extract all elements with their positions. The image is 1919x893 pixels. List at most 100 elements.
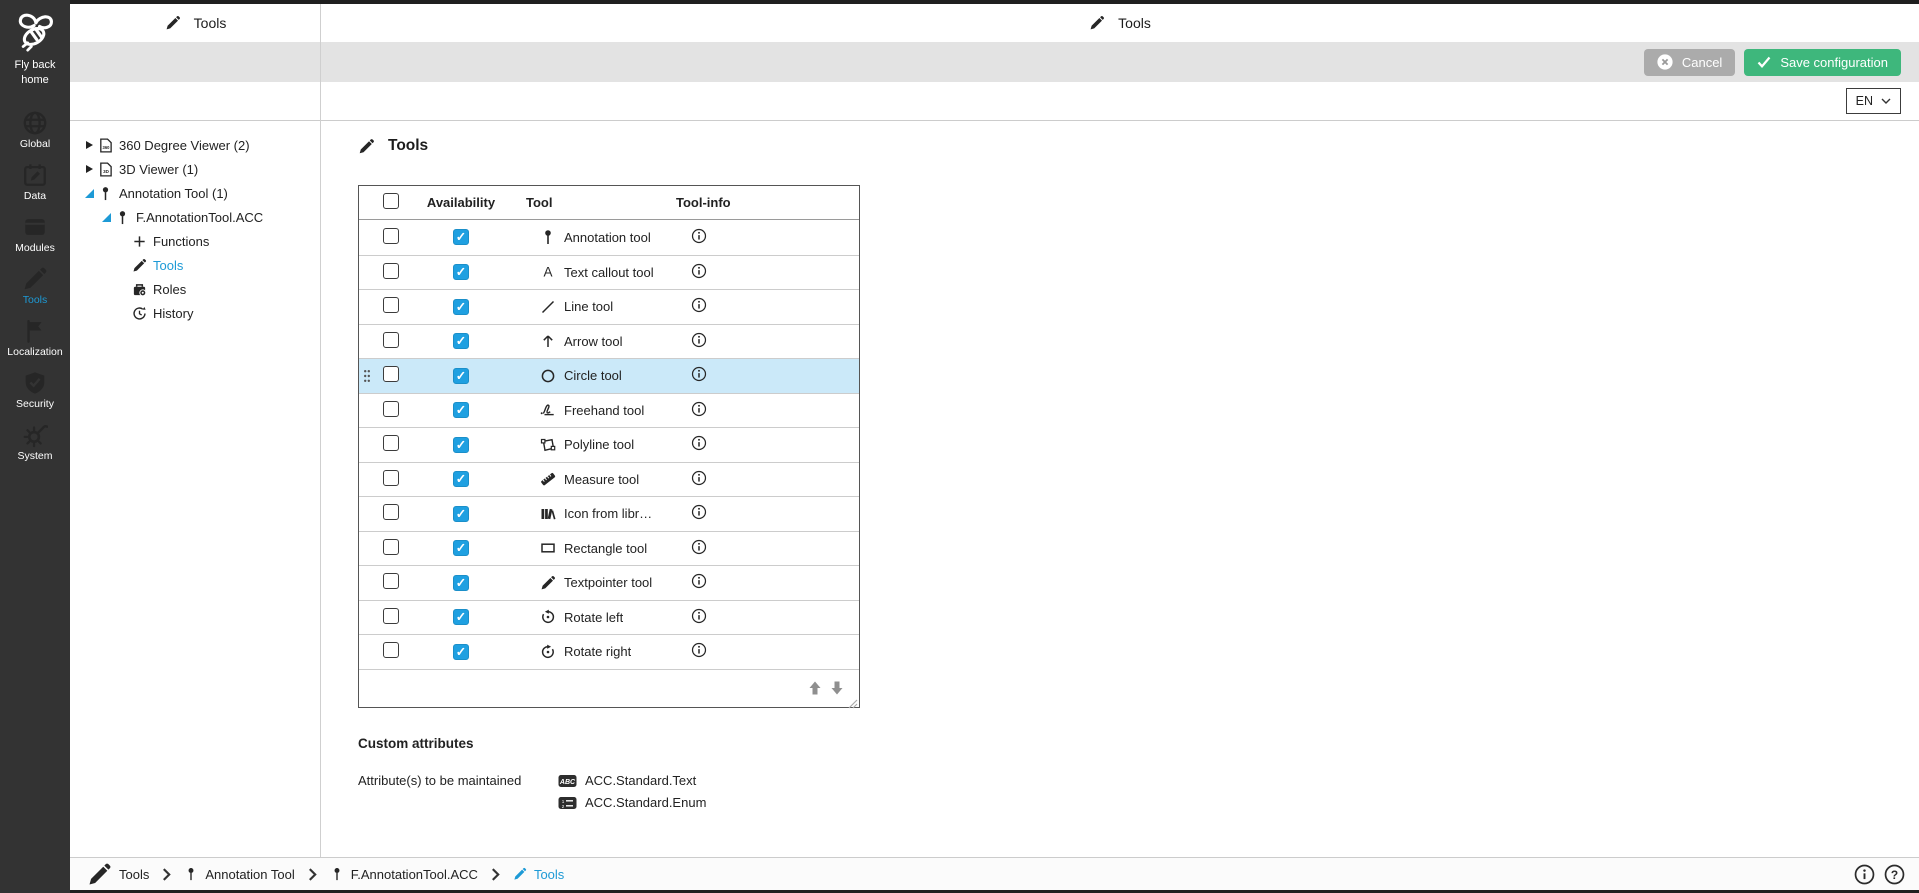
row-select-checkbox[interactable] — [383, 435, 399, 452]
table-row-rotate-left[interactable]: Rotate left — [359, 599, 859, 635]
info-icon[interactable] — [691, 608, 707, 624]
tree-item-label: 3D Viewer (1) — [119, 161, 199, 177]
info-icon[interactable] — [691, 504, 707, 520]
info-icon[interactable] — [691, 435, 707, 451]
row-select-checkbox[interactable] — [383, 504, 399, 521]
availability-checkbox[interactable] — [453, 436, 469, 453]
tool-name: Rotate right — [564, 644, 632, 660]
row-select-checkbox[interactable] — [383, 297, 399, 314]
table-row-textpointer-tool[interactable]: Textpointer tool — [359, 565, 859, 600]
row-select-checkbox[interactable] — [383, 607, 399, 624]
row-select-checkbox[interactable] — [383, 642, 399, 659]
sidebar-item-security[interactable]: Security — [0, 370, 70, 410]
breadcrumb-item-f-annotationtool-acc[interactable]: F.AnnotationTool.ACC — [330, 867, 478, 882]
collapse-icon[interactable] — [99, 210, 113, 224]
table-row-annotation-tool[interactable]: Annotation tool — [359, 220, 859, 255]
language-select[interactable]: EN — [1845, 88, 1901, 114]
availability-checkbox[interactable] — [453, 471, 469, 488]
tree-item-3d-viewer-1[interactable]: 3D 3D Viewer (1) — [70, 157, 320, 181]
chevron-down-icon — [1881, 98, 1891, 104]
row-select-checkbox[interactable] — [383, 400, 399, 417]
info-icon[interactable] — [691, 332, 707, 348]
table-row-rectangle-tool[interactable]: Rectangle tool — [359, 530, 859, 566]
cell-availability — [411, 436, 511, 453]
table-body: Annotation tool A Text callout tool Line to… — [359, 220, 859, 669]
row-select-checkbox[interactable] — [383, 538, 399, 555]
sidebar-item-global[interactable]: Global — [0, 110, 70, 150]
info-icon[interactable] — [691, 297, 707, 313]
sidebar-item-data[interactable]: Data — [0, 162, 70, 202]
tree-item-roles[interactable]: Roles — [70, 277, 320, 301]
sidebar-item-modules[interactable]: Modules — [0, 214, 70, 254]
language-value: EN — [1855, 94, 1873, 108]
info-icon[interactable] — [691, 573, 707, 589]
tree-item-f-annotationtool-acc[interactable]: F.AnnotationTool.ACC — [70, 205, 320, 229]
table-row-circle-tool[interactable]: Circle tool — [359, 358, 859, 393]
availability-checkbox[interactable] — [453, 298, 469, 315]
availability-checkbox[interactable] — [453, 505, 469, 522]
sidebar-item-system[interactable]: System — [0, 422, 70, 462]
table-row-rotate-right[interactable]: Rotate right — [359, 634, 859, 669]
tool-name: Annotation tool — [564, 229, 651, 245]
availability-checkbox[interactable] — [453, 402, 469, 419]
availability-checkbox[interactable] — [453, 229, 469, 246]
table-row-measure-tool[interactable]: Measure tool — [359, 461, 859, 497]
module-tree: 360 360 Degree Viewer (2) 3D 3D Viewer (1) A… — [70, 121, 320, 857]
info-icon[interactable] — [691, 539, 707, 555]
table-row-freehand-tool[interactable]: Freehand tool — [359, 392, 859, 428]
cell-tool-info — [661, 608, 859, 627]
tree-item-360-degree-viewer-2[interactable]: 360 360 Degree Viewer (2) — [70, 133, 320, 157]
availability-checkbox[interactable] — [453, 333, 469, 350]
expand-icon[interactable] — [82, 162, 96, 176]
row-select-checkbox[interactable] — [383, 227, 399, 244]
info-icon[interactable] — [691, 642, 707, 658]
row-select-checkbox[interactable] — [383, 469, 399, 486]
table-row-line-tool[interactable]: Line tool — [359, 289, 859, 324]
row-select-checkbox[interactable] — [383, 573, 399, 590]
move-up-icon[interactable] — [807, 680, 823, 696]
table-row-text-callout-tool[interactable]: A Text callout tool — [359, 254, 859, 290]
table-row-polyline-tool[interactable]: Polyline tool — [359, 427, 859, 462]
info-icon[interactable] — [691, 228, 707, 244]
breadcrumb-item-tools[interactable]: Tools — [513, 867, 564, 882]
table-row-icon-from-libr[interactable]: Icon from libr… — [359, 496, 859, 531]
save-configuration-button[interactable]: Save configuration — [1744, 48, 1901, 76]
row-select-checkbox[interactable] — [383, 331, 399, 348]
availability-checkbox[interactable] — [453, 264, 469, 281]
availability-checkbox[interactable] — [453, 574, 469, 591]
move-down-icon[interactable] — [829, 680, 845, 696]
availability-checkbox[interactable] — [453, 540, 469, 557]
sidebar-item-fly-back-home[interactable]: Fly back home — [4, 10, 66, 88]
table-resize-handle[interactable] — [848, 696, 858, 708]
availability-checkbox[interactable] — [453, 643, 469, 660]
help-circle-icon[interactable]: ? — [1884, 864, 1905, 885]
select-all-checkbox[interactable] — [383, 193, 399, 209]
pencil-icon — [540, 575, 556, 591]
availability-checkbox[interactable] — [453, 609, 469, 626]
tree-item-tools[interactable]: Tools — [70, 253, 320, 277]
tree-item-history[interactable]: History — [70, 301, 320, 325]
drag-handle-icon[interactable] — [363, 369, 371, 383]
info-icon[interactable] — [691, 470, 707, 486]
cancel-button[interactable]: Cancel — [1643, 48, 1736, 76]
row-select-checkbox[interactable] — [383, 366, 399, 383]
arrow-up-icon — [540, 333, 556, 349]
sidebar-item-localization[interactable]: Localization — [0, 318, 70, 358]
expand-icon[interactable] — [82, 138, 96, 152]
tree-item-annotation-tool-1[interactable]: Annotation Tool (1) — [70, 181, 320, 205]
info-icon[interactable] — [691, 401, 707, 417]
row-select-checkbox[interactable] — [383, 262, 399, 279]
breadcrumb-item-annotation-tool[interactable]: Annotation Tool — [184, 867, 295, 882]
cell-tool: Rotate right — [511, 644, 661, 660]
info-circle-icon[interactable] — [1854, 864, 1875, 885]
tree-item-functions[interactable]: Functions — [70, 229, 320, 253]
table-row-arrow-tool[interactable]: Arrow tool — [359, 323, 859, 359]
info-icon[interactable] — [691, 263, 707, 279]
sidebar-item-tools[interactable]: Tools — [0, 266, 70, 306]
sidebar-item-label: Modules — [15, 241, 55, 254]
info-icon[interactable] — [691, 366, 707, 382]
availability-checkbox[interactable] — [453, 367, 469, 384]
collapse-icon[interactable] — [82, 186, 96, 200]
pin-icon — [115, 210, 130, 225]
breadcrumb-item-tools[interactable]: Tools — [87, 862, 149, 887]
